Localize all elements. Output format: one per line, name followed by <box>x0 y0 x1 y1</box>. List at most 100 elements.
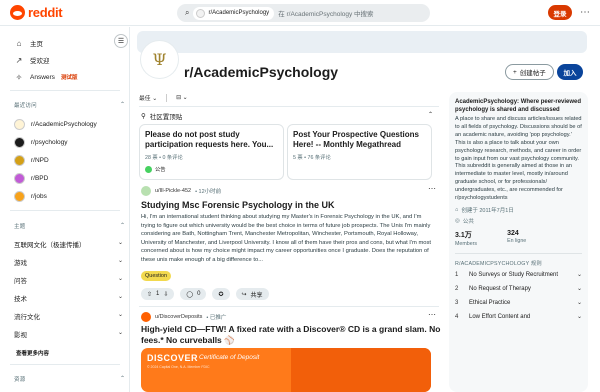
feed-divider <box>139 306 439 307</box>
rule-text: No Request of Therapy <box>469 285 531 292</box>
chevron-down-icon[interactable]: ⌄ <box>118 257 123 264</box>
topic-item[interactable]: 游戏 <box>14 257 27 267</box>
chevron-down-icon[interactable]: ⌄ <box>118 329 123 336</box>
share-label: 共享 <box>250 292 263 299</box>
chevron-down-icon: ⌄ <box>182 94 188 101</box>
comment-count: 0 <box>197 291 201 297</box>
topic-item[interactable]: 问答 <box>14 275 27 285</box>
logo-text: reddit <box>28 5 63 20</box>
post-author[interactable]: u/Ill-Pickle-452 <box>155 188 191 194</box>
rule-item[interactable]: 4 Low Effort Content and ⌄ <box>455 313 582 321</box>
downvote-icon[interactable]: ⇩ <box>163 291 168 298</box>
chevron-down-icon[interactable]: ⌄ <box>118 311 123 318</box>
recent-section-label: 最近访问 <box>14 103 37 109</box>
search-bar[interactable]: ⌕ r/AcademicPsychology 在 r/AcademicPsych… <box>177 4 430 22</box>
ad-fine-print: © 2024 Capital One, N.A. Member FDIC <box>147 365 210 369</box>
login-button[interactable]: 登录 <box>548 5 572 20</box>
subreddit-avatar <box>14 119 25 130</box>
feed-divider <box>139 106 439 107</box>
recent-item-npd[interactable]: r/NPD <box>14 155 49 166</box>
ad-title[interactable]: High-yield CD—FTW! A fixed rate with a D… <box>141 324 441 345</box>
topic-item[interactable]: 技术 <box>14 293 27 303</box>
join-button[interactable]: 加入 <box>557 64 583 80</box>
chevron-up-icon[interactable]: ⌃ <box>428 111 433 118</box>
search-icon: ⌕ <box>185 8 190 17</box>
chevron-up-icon[interactable]: ⌃ <box>120 101 125 108</box>
more-options-icon[interactable]: ⋯ <box>580 7 590 18</box>
plus-icon: + <box>513 68 517 76</box>
rule-item[interactable]: 1 No Surveys or Study Recruitment ⌄ <box>455 271 582 279</box>
rule-number: 1 <box>455 271 459 278</box>
recent-item-jobs[interactable]: r/jobs <box>14 191 47 202</box>
reddit-logo[interactable]: reddit <box>10 5 63 20</box>
award-button[interactable]: ✪ <box>212 288 230 300</box>
rule-number: 2 <box>455 285 459 292</box>
ad-product-label: Certificate of Deposit <box>199 354 260 361</box>
share-button[interactable]: ↪ 共享 <box>235 288 269 300</box>
rule-number: 3 <box>455 299 459 306</box>
post-options-icon[interactable]: ⋯ <box>428 184 436 193</box>
recent-item-label: r/psychology <box>31 139 68 146</box>
view-dropdown[interactable]: ⊟ ⌄ <box>176 95 187 101</box>
home-icon: ⌂ <box>16 38 22 48</box>
beta-badge: 测试版 <box>60 75 78 81</box>
recent-item-academicpsychology[interactable]: r/AcademicPsychology <box>14 119 97 130</box>
post-flair[interactable]: Question <box>141 271 172 281</box>
subreddit-avatar <box>14 191 25 202</box>
user-avatar[interactable] <box>141 186 151 196</box>
topic-item[interactable]: 互联网文化（极速传播） <box>14 239 86 249</box>
rule-item[interactable]: 2 No Request of Therapy ⌄ <box>455 285 582 293</box>
subreddit-avatar <box>14 155 25 166</box>
search-chip-label: r/AcademicPsychology <box>208 10 270 16</box>
chevron-up-icon[interactable]: ⌃ <box>120 375 125 382</box>
highlight-meta: 5 票 • 76 条评论 <box>293 155 331 161</box>
rule-text: Low Effort Content and <box>469 313 531 320</box>
post-body[interactable]: Hi, I'm an international student thinkin… <box>141 213 431 268</box>
nav-divider <box>10 90 120 91</box>
topic-item[interactable]: 流行文化 <box>14 311 40 321</box>
community-headline: AcademicPsychology: Where peer-reviewed … <box>455 99 582 113</box>
rule-item[interactable]: 3 Ethical Practice ⌄ <box>455 299 582 307</box>
recent-item-psychology[interactable]: r/psychology <box>14 137 68 148</box>
create-post-button[interactable]: + 创建帖子 <box>505 64 554 80</box>
ad-author[interactable]: u/DiscoverDeposits <box>155 314 202 320</box>
ad-options-icon[interactable]: ⋯ <box>428 310 436 319</box>
upvote-icon[interactable]: ⇧ <box>147 291 152 298</box>
nav-item-answers[interactable]: ✧ Answers 测试版 <box>14 72 78 82</box>
post-title[interactable]: Studying Msc Forensic Psychology in the … <box>141 200 335 210</box>
ad-image[interactable]: DISCOVER Certificate of Deposit © 2024 C… <box>141 348 431 392</box>
nav-item-home[interactable]: ⌂ 主页 <box>14 38 43 49</box>
chevron-down-icon[interactable]: ⌄ <box>118 239 123 246</box>
chevron-down-icon[interactable]: ⌄ <box>118 293 123 300</box>
ad-header: u/DiscoverDeposits • 已推广 <box>141 312 226 322</box>
recent-item-label: r/BPD <box>31 175 49 182</box>
online-count: 324 <box>507 229 519 237</box>
see-more-link[interactable]: 查看更多内容 <box>16 349 49 357</box>
promoted-label: • 已推广 <box>206 315 227 321</box>
chevron-down-icon[interactable]: ⌄ <box>118 275 123 282</box>
topic-label: 游戏 <box>14 260 27 267</box>
recent-item-label: r/NPD <box>31 157 49 164</box>
highlight-card[interactable]: Please do not post study participation r… <box>139 124 284 180</box>
rule-text: Ethical Practice <box>469 299 511 306</box>
announcement-icon <box>145 165 152 173</box>
advertiser-avatar[interactable] <box>141 312 151 322</box>
sort-dropdown[interactable]: 最佳 ⌄ <box>139 93 157 102</box>
sort-label: 最佳 <box>139 96 151 102</box>
nav-divider <box>10 210 120 211</box>
highlight-meta: 28 票 • 0 条评论 <box>145 155 183 161</box>
popular-icon: ↗ <box>15 55 23 65</box>
members-label: Members <box>455 240 478 247</box>
recent-item-bpd[interactable]: r/BPD <box>14 173 48 184</box>
chevron-up-icon[interactable]: ⌃ <box>120 222 125 229</box>
highlight-card[interactable]: Post Your Prospective Questions Here! --… <box>287 124 432 180</box>
chevron-down-icon: ⌄ <box>576 271 582 278</box>
post-time-value: 12小时前 <box>198 189 222 195</box>
comments-button[interactable]: ◯ 0 <box>180 288 207 300</box>
menu-toggle-icon[interactable]: ☰ <box>114 34 128 48</box>
search-community-chip[interactable]: r/AcademicPsychology <box>193 6 275 20</box>
topic-item[interactable]: 影视 <box>14 329 27 339</box>
created-date: ⌂ 创建于 2011年7月1日 <box>455 206 582 214</box>
search-input[interactable]: 在 r/AcademicPsychology 中搜索 <box>278 8 373 18</box>
nav-item-popular[interactable]: ↗ 受欢迎 <box>14 55 50 66</box>
